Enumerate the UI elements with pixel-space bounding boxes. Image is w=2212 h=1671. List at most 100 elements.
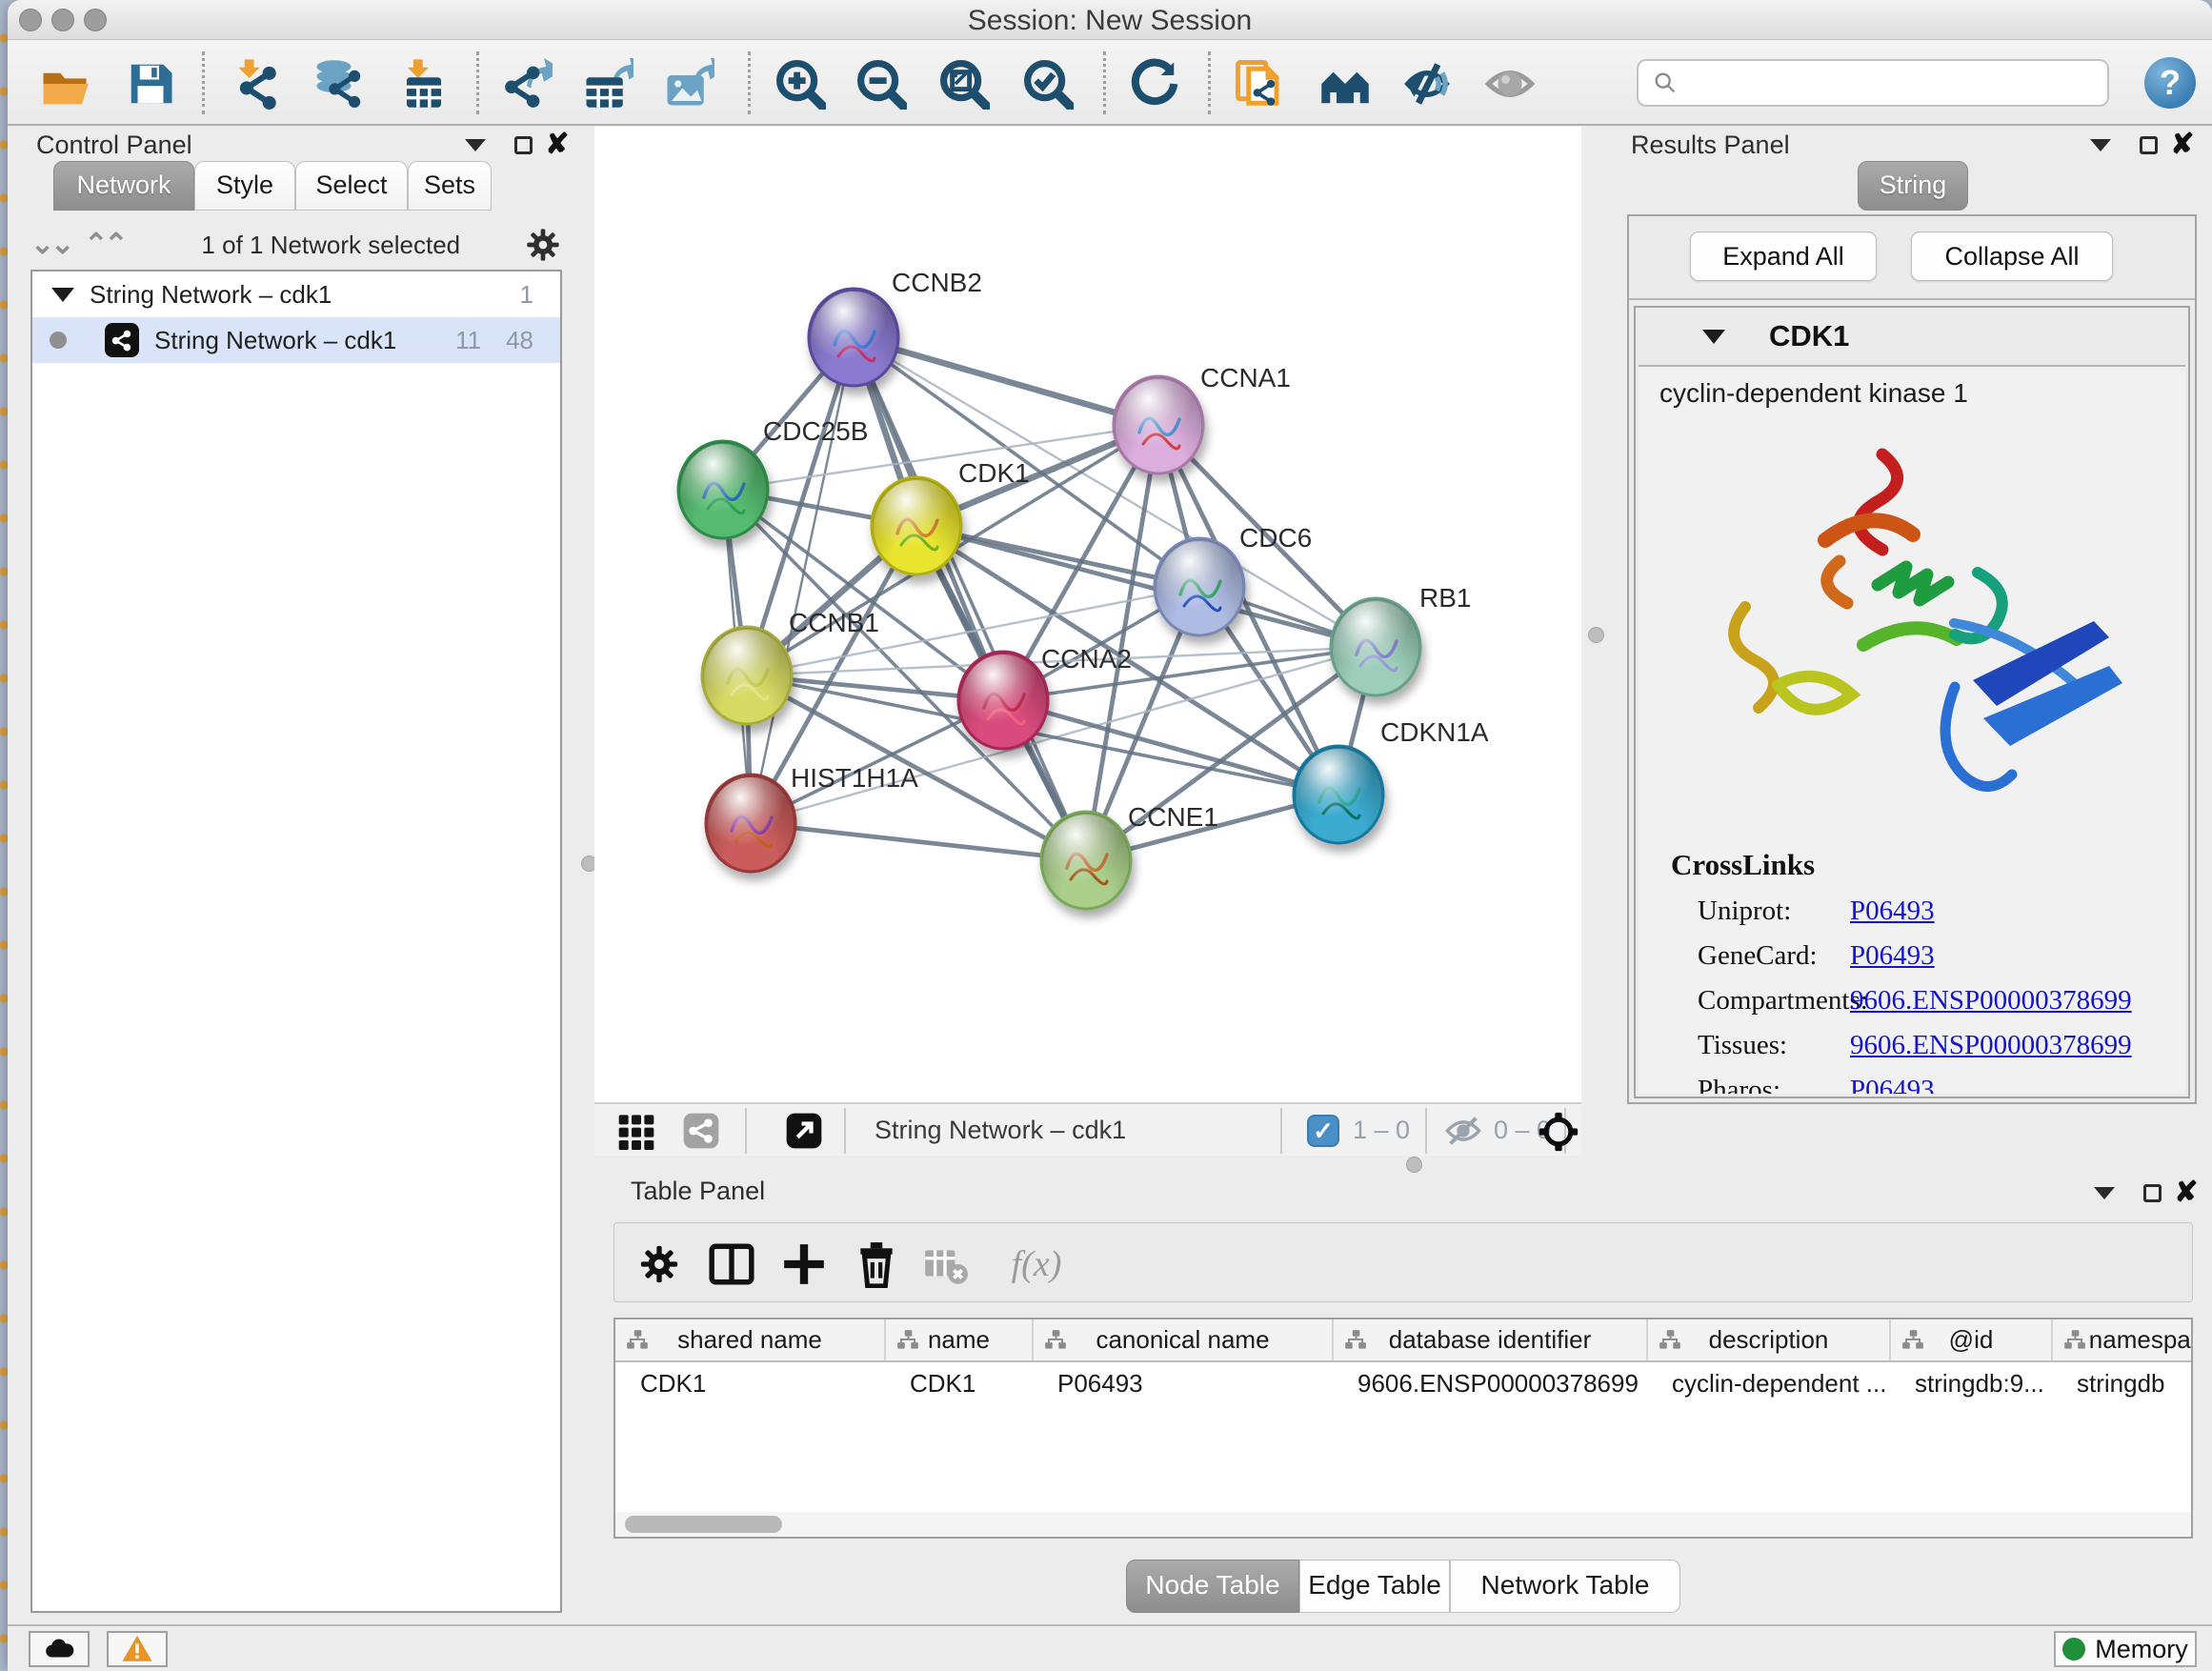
tab-sets[interactable]: Sets (408, 161, 492, 211)
table-cell[interactable]: CDK1 (615, 1361, 885, 1405)
cdk1-section-header[interactable]: CDK1 (1636, 308, 2188, 365)
cdk1-disclosure-icon[interactable] (1702, 330, 1725, 344)
table-panel-close-button[interactable]: ✘ (2172, 1180, 2201, 1205)
network-edge[interactable] (751, 823, 1086, 860)
column-header-namespace[interactable]: namespace (2052, 1319, 2193, 1361)
open-file-icon[interactable] (37, 56, 92, 111)
crosslink-link[interactable]: P06493 (1850, 896, 1935, 927)
table-cell[interactable]: cyclin-dependent ... (1647, 1361, 1890, 1405)
crosslink-link[interactable]: 9606.ENSP00000378699 (1850, 985, 2132, 1017)
network-canvas[interactable]: CCNB2 CCNA1 CDC25B CDK1 CDC6 RB1 CCNB1 C… (594, 127, 1581, 1102)
network-node[interactable]: RB1 (1331, 583, 1471, 695)
expand-all-button[interactable]: Expand All (1690, 232, 1877, 281)
search-input[interactable] (1688, 68, 2094, 99)
home-icon[interactable] (1317, 56, 1373, 111)
cloud-status-button[interactable] (29, 1631, 90, 1667)
network-node[interactable]: CCNB1 (702, 608, 879, 724)
import-table-icon[interactable] (396, 56, 452, 111)
network-edge[interactable] (751, 337, 854, 823)
network-edge[interactable] (1003, 700, 1338, 795)
table-panel-float-button[interactable] (2138, 1180, 2166, 1205)
import-network-icon[interactable] (230, 56, 285, 111)
control-panel-float-button[interactable] (509, 132, 537, 157)
hide-eye-icon[interactable] (1399, 56, 1455, 111)
hidden-items-eye-icon[interactable] (1444, 1112, 1482, 1150)
results-panel-close-button[interactable]: ✘ (2168, 132, 2197, 157)
table-cell[interactable]: stringdb (2052, 1361, 2193, 1405)
export-image-icon[interactable] (661, 56, 716, 111)
network-edge[interactable] (854, 337, 1158, 425)
search-box[interactable] (1637, 59, 2109, 107)
network-options-gear-icon[interactable] (524, 226, 562, 264)
network-node[interactable]: CCNA1 (1114, 363, 1291, 473)
help-button[interactable]: ? (2144, 57, 2196, 109)
crosslink-link[interactable]: P06493 (1850, 1075, 1935, 1094)
delete-column-icon[interactable] (853, 1240, 900, 1288)
open-view-icon[interactable] (785, 1112, 823, 1150)
network-collection-row[interactable]: String Network – cdk1 1 (32, 272, 560, 317)
save-icon[interactable] (123, 56, 178, 111)
birdseye-crosshair-icon[interactable] (1538, 1111, 1579, 1153)
control-panel-menu-button[interactable] (461, 132, 490, 157)
memory-button[interactable]: Memory (2054, 1631, 2197, 1667)
column-header-canonical-name[interactable]: canonical name (1033, 1319, 1333, 1361)
zoom-in-icon[interactable] (773, 56, 828, 111)
add-column-icon[interactable] (780, 1240, 828, 1288)
column-header-shared-name[interactable]: shared name (615, 1319, 885, 1361)
expand-all-networks-icon[interactable]: ⌃⌃ (84, 231, 124, 259)
refresh-icon[interactable] (1127, 56, 1182, 111)
crosslink-link[interactable]: P06493 (1850, 940, 1935, 972)
left-splitter[interactable] (583, 127, 594, 1624)
show-columns-icon[interactable] (708, 1240, 755, 1288)
tab-network[interactable]: Network (53, 161, 194, 211)
right-splitter[interactable] (1581, 127, 1612, 1156)
warnings-button[interactable] (107, 1631, 168, 1667)
column-header--id[interactable]: @id (1890, 1319, 2052, 1361)
show-eye-icon[interactable] (1482, 56, 1538, 111)
tab-select[interactable]: Select (295, 161, 408, 211)
crosslink-link[interactable]: 9606.ENSP00000378699 (1850, 1030, 2132, 1061)
zoom-fit-icon[interactable] (936, 56, 992, 111)
crosslink-row: Pharos:P06493 (1671, 1075, 2132, 1094)
network-selection-status: 1 of 1 Network selected (138, 231, 524, 260)
results-panel-float-button[interactable] (2134, 132, 2162, 157)
import-database-icon[interactable] (311, 56, 366, 111)
control-panel-close-button[interactable]: ✘ (543, 132, 572, 157)
network-node[interactable]: CDKN1A (1294, 717, 1489, 843)
tab-style[interactable]: Style (194, 161, 295, 211)
tab-edge-table[interactable]: Edge Table (1299, 1560, 1450, 1613)
collapse-all-networks-icon[interactable]: ⌄⌄ (30, 231, 70, 259)
zoom-selected-icon[interactable] (1020, 56, 1076, 111)
export-network-icon[interactable] (499, 56, 554, 111)
network-row[interactable]: String Network – cdk1 11 48 (32, 317, 560, 363)
export-table-icon[interactable] (580, 56, 635, 111)
table-panel-menu-button[interactable] (2090, 1180, 2119, 1205)
table-options-gear-icon[interactable] (635, 1240, 683, 1288)
grid-view-icon[interactable] (617, 1112, 655, 1150)
table-cell[interactable]: P06493 (1033, 1361, 1333, 1405)
tab-string[interactable]: String (1858, 161, 1968, 211)
table-cell[interactable]: stringdb:9... (1890, 1361, 2052, 1405)
network-node[interactable]: CDC25B (678, 416, 868, 538)
network-badge-icon[interactable] (682, 1112, 720, 1150)
collapse-all-button[interactable]: Collapse All (1911, 232, 2113, 281)
network-file-icon[interactable] (1232, 56, 1287, 111)
zoom-out-icon[interactable] (854, 56, 909, 111)
tab-node-table[interactable]: Node Table (1126, 1560, 1299, 1613)
column-header-description[interactable]: description (1647, 1319, 1890, 1361)
results-panel-menu-button[interactable] (2086, 132, 2115, 157)
selected-nodes-checkbox[interactable]: ✓ (1307, 1115, 1339, 1147)
collection-disclosure-icon[interactable] (51, 288, 74, 302)
node-table[interactable]: shared namenamecanonical namedatabase id… (613, 1318, 2193, 1539)
network-node[interactable]: HIST1H1A (706, 763, 918, 872)
column-header-database-identifier[interactable]: database identifier (1333, 1319, 1647, 1361)
tab-network-table[interactable]: Network Table (1450, 1560, 1680, 1613)
table-cell[interactable]: CDK1 (885, 1361, 1033, 1405)
scrollbar-thumb[interactable] (625, 1516, 782, 1533)
column-header-name[interactable]: name (885, 1319, 1033, 1361)
table-row[interactable]: CDK1CDK1P064939606.ENSP00000378699cyclin… (615, 1361, 2193, 1405)
network-node[interactable]: CCNE1 (1041, 802, 1218, 909)
horizontal-splitter[interactable] (594, 1156, 2212, 1175)
table-horizontal-scrollbar[interactable] (615, 1512, 2191, 1537)
table-cell[interactable]: 9606.ENSP00000378699 (1333, 1361, 1647, 1405)
